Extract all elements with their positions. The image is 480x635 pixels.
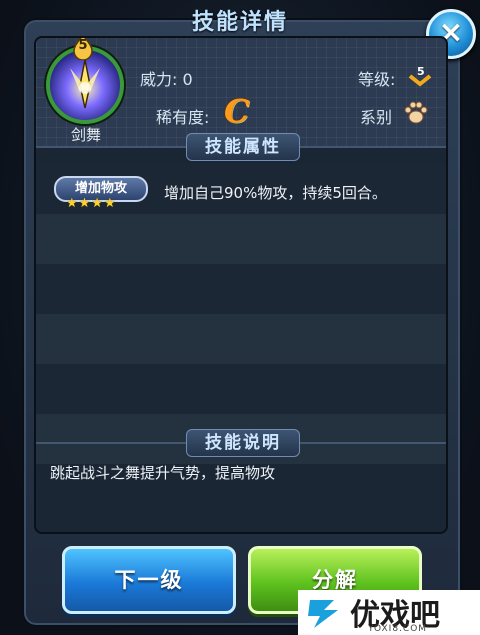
sword-dance-icon (70, 59, 100, 109)
attributes-section-title: 技能属性 (186, 133, 300, 161)
description-section-title: 技能说明 (186, 429, 300, 457)
grade-value: 5 (417, 66, 425, 78)
dialog-title: 技能详情 (191, 10, 288, 35)
paw-icon (404, 101, 428, 124)
effect-stars: ★★★★ (66, 196, 117, 211)
watermark-url: YOXI8.COM (368, 624, 428, 634)
rarity-value: C (224, 92, 250, 130)
effect-row (36, 314, 446, 364)
power-stat: 威力: 0 (140, 70, 193, 89)
site-logo-icon (308, 600, 338, 628)
skill-detail-content: 5 剑舞 威力: 0 等级: 5 稀有度: C 系别 技能属性 增加物攻 ★★★… (34, 36, 448, 534)
next-level-button[interactable]: 下一级 (62, 546, 236, 614)
grade-chevron-icon: 5 (408, 66, 432, 87)
watermark: 优戏吧 YOXI8.COM (298, 590, 480, 635)
effect-row (36, 214, 446, 264)
grade-label: 等级: (358, 70, 396, 89)
skill-name: 剑舞 (70, 126, 101, 144)
skill-header: 5 剑舞 威力: 0 等级: 5 稀有度: C 系别 (36, 38, 446, 148)
effect-row (36, 264, 446, 314)
skill-level: 5 (78, 38, 88, 53)
effect-row (36, 364, 446, 414)
rarity-label: 稀有度: (156, 108, 210, 127)
effect-description: 增加自己90%物攻，持续5回合。 (164, 184, 387, 202)
skill-description: 跳起战斗之舞提升气势，提高物攻 (50, 464, 276, 482)
series-label: 系别 (360, 108, 393, 127)
